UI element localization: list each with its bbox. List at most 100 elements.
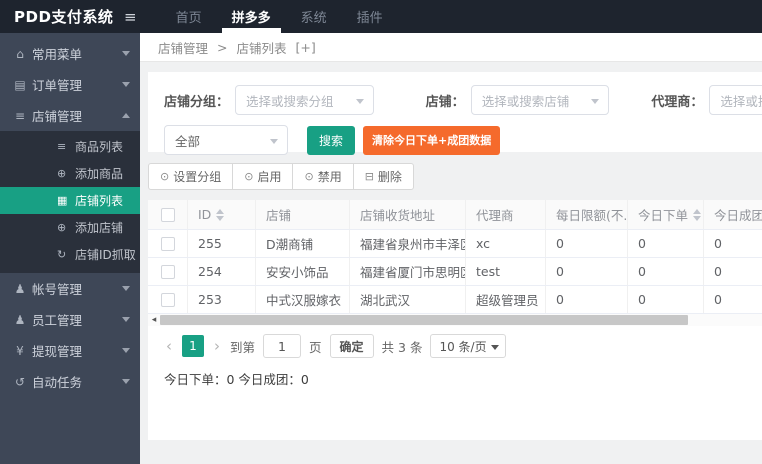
content: 店铺分组： 选择或搜索分组 店铺： 选择或搜索店铺 代理商： 选择或搜索代理 bbox=[140, 62, 762, 464]
sidebar-item-product-list[interactable]: ≡ 商品列表 bbox=[0, 133, 140, 160]
row-checkbox[interactable] bbox=[160, 236, 175, 251]
scrollbar-thumb[interactable] bbox=[160, 315, 688, 325]
filter-panel: 店铺分组： 选择或搜索分组 店铺： 选择或搜索店铺 代理商： 选择或搜索代理 bbox=[148, 72, 762, 155]
topbar: PDD支付系统 ≡ 首页 拼多多 系统 插件 bbox=[0, 0, 762, 33]
sidebar-item-add-product[interactable]: ⊕ 添加商品 bbox=[0, 160, 140, 187]
account-icon: ♟ bbox=[14, 281, 26, 296]
filter-row-1: 店铺分组： 选择或搜索分组 店铺： 选择或搜索店铺 代理商： 选择或搜索代理 bbox=[164, 85, 762, 115]
cell-orders: 0 bbox=[628, 286, 704, 313]
plus-circle-icon: ⊕ bbox=[57, 167, 67, 180]
select-all-checkbox[interactable] bbox=[160, 207, 175, 222]
header-checkbox-cell bbox=[148, 200, 188, 229]
row-checkbox[interactable] bbox=[160, 264, 175, 279]
goto-page-input[interactable] bbox=[263, 334, 302, 358]
sidebar: ⌂ 常用菜单 ▤ 订单管理 ≡ 店铺管理 ≡ 商品列表 ⊕ 添加商品 ▦ 店铺列… bbox=[0, 33, 140, 464]
sidebar-item-shop-id-fetch[interactable]: ↻ 店铺ID抓取 bbox=[0, 241, 140, 268]
scroll-left-icon[interactable]: ◂ bbox=[148, 314, 160, 326]
chevron-down-icon bbox=[490, 345, 499, 350]
cell-shop: 安安小饰品 bbox=[256, 258, 350, 285]
group-filter-label: 店铺分组： bbox=[164, 94, 230, 110]
sidebar-item-account-mgmt[interactable]: ♟ 帐号管理 bbox=[0, 273, 140, 304]
chevron-down-icon bbox=[591, 99, 600, 104]
goto-label: 到第 bbox=[230, 339, 256, 355]
clear-today-data-button[interactable]: 清除今日下单+成团数据 bbox=[363, 125, 501, 155]
confirm-page-button[interactable]: 确定 bbox=[329, 334, 374, 358]
staff-icon: ♟ bbox=[14, 312, 26, 327]
main-area: 店铺管理 > 店铺列表 [+] 店铺分组： 选择或搜索分组 店铺： 选择或搜索店… bbox=[140, 33, 762, 464]
header-agent: 代理商 bbox=[466, 200, 546, 229]
next-page-icon[interactable]: › bbox=[212, 337, 222, 355]
pdd-admin-page: PDD支付系统 ≡ 首页 拼多多 系统 插件 ⌂ 常用菜单 ▤ 订单管理 ≡ 店… bbox=[0, 0, 762, 464]
grid-icon: ▦ bbox=[57, 194, 68, 207]
filter-row-2: 全部 搜索 清除今日下单+成团数据 bbox=[164, 125, 762, 155]
table-row: 255 D潮商铺 福建省泉州市丰泽区 xc 0 0 0 bbox=[148, 230, 762, 258]
cell-agent: test bbox=[466, 258, 546, 285]
shop-table: ID 店铺 店铺收货地址 代理商 每日限额(不... 今日下单 今日成团 255… bbox=[148, 200, 762, 314]
group-filter-select[interactable]: 选择或搜索分组 bbox=[235, 85, 374, 115]
sort-icon[interactable] bbox=[693, 208, 702, 221]
pagination: ‹ 1 › 到第 页 确定 共 3 条 10 条/页 bbox=[164, 334, 762, 358]
topnav-item-system[interactable]: 系统 bbox=[291, 0, 337, 33]
chevron-down-icon bbox=[270, 139, 278, 144]
table-row: 253 中式汉服嫁衣 湖北武汉 超级管理员 0 0 0 bbox=[148, 286, 762, 314]
chevron-down-icon bbox=[122, 286, 130, 291]
chevron-down-icon bbox=[122, 379, 130, 384]
disable-button[interactable]: ⊙ 禁用 bbox=[292, 163, 354, 190]
sidebar-item-add-shop[interactable]: ⊕ 添加店铺 bbox=[0, 214, 140, 241]
sidebar-item-auto-task[interactable]: ↺ 自动任务 bbox=[0, 366, 140, 397]
sidebar-item-withdraw-mgmt[interactable]: ¥ 提现管理 bbox=[0, 335, 140, 366]
row-checkbox[interactable] bbox=[160, 292, 175, 307]
breadcrumb-page[interactable]: 店铺列表 bbox=[237, 38, 287, 57]
agent-filter-label: 代理商： bbox=[651, 94, 704, 110]
today-summary: 今日下单：0 今日成团：0 bbox=[164, 372, 309, 387]
sidebar-item-shop-list[interactable]: ▦ 店铺列表 bbox=[0, 187, 140, 214]
cell-orders: 0 bbox=[628, 230, 704, 257]
cell-address: 湖北武汉 bbox=[350, 286, 466, 313]
search-button[interactable]: 搜索 bbox=[307, 125, 356, 155]
sort-icon[interactable] bbox=[216, 208, 225, 221]
shop-icon: ≡ bbox=[14, 108, 26, 123]
topnav-item-home[interactable]: 首页 bbox=[166, 0, 212, 33]
collapse-sidebar-icon[interactable]: ≡ bbox=[124, 8, 137, 26]
fetch-icon: ↻ bbox=[57, 248, 67, 261]
top-navigation: 首页 拼多多 系统 插件 bbox=[161, 0, 398, 33]
task-icon: ↺ bbox=[14, 374, 26, 389]
app-title: PDD支付系统 bbox=[14, 8, 114, 26]
status-filter-select[interactable]: 全部 bbox=[164, 125, 288, 155]
enable-button[interactable]: ⊙ 启用 bbox=[232, 163, 294, 190]
prev-page-icon[interactable]: ‹ bbox=[164, 337, 174, 355]
header-today-orders: 今日下单 bbox=[628, 200, 704, 229]
plus-circle-icon: ⊕ bbox=[57, 221, 67, 234]
radio-icon: ⊙ bbox=[304, 170, 314, 183]
header-address: 店铺收货地址 bbox=[350, 200, 466, 229]
sidebar-item-staff-mgmt[interactable]: ♟ 员工管理 bbox=[0, 304, 140, 335]
header-daily-limit: 每日限额(不... bbox=[546, 200, 628, 229]
cell-shop: D潮商铺 bbox=[256, 230, 350, 257]
cell-id: 254 bbox=[188, 258, 256, 285]
shop-filter-select[interactable]: 选择或搜索店铺 bbox=[470, 85, 610, 115]
page-number-current[interactable]: 1 bbox=[182, 335, 204, 357]
sidebar-item-order-mgmt[interactable]: ▤ 订单管理 bbox=[0, 69, 140, 100]
sidebar-item-shop-mgmt[interactable]: ≡ 店铺管理 bbox=[0, 100, 140, 131]
topnav-item-plugin[interactable]: 插件 bbox=[347, 0, 393, 33]
page-size-select[interactable]: 10 条/页 bbox=[430, 334, 506, 358]
cell-agent: 超级管理员 bbox=[466, 286, 546, 313]
cell-id: 255 bbox=[188, 230, 256, 257]
breadcrumb-add[interactable]: [+] bbox=[296, 40, 316, 55]
cell-id: 253 bbox=[188, 286, 256, 313]
cell-groups: 0 bbox=[714, 292, 722, 307]
delete-button[interactable]: ⊟ 删除 bbox=[352, 163, 414, 190]
cell-agent: xc bbox=[466, 230, 546, 257]
breadcrumb-section[interactable]: 店铺管理 bbox=[158, 38, 208, 57]
chevron-down-icon bbox=[355, 99, 364, 104]
agent-filter-select[interactable]: 选择或搜索代理 bbox=[709, 85, 762, 115]
set-group-button[interactable]: ⊙ 设置分组 bbox=[148, 163, 234, 190]
table-toolbar: ⊙ 设置分组 ⊙ 启用 ⊙ 禁用 ⊟ 删除 bbox=[148, 163, 762, 190]
cell-groups: 0 bbox=[714, 236, 722, 251]
page-unit-label: 页 bbox=[309, 339, 322, 355]
topnav-item-pinduoduo[interactable]: 拼多多 bbox=[221, 0, 281, 33]
chevron-up-icon bbox=[122, 113, 130, 118]
sidebar-item-common-menu[interactable]: ⌂ 常用菜单 bbox=[0, 38, 140, 69]
table-header-row: ID 店铺 店铺收货地址 代理商 每日限额(不... 今日下单 今日成团 bbox=[148, 200, 762, 230]
withdraw-icon: ¥ bbox=[16, 343, 24, 358]
